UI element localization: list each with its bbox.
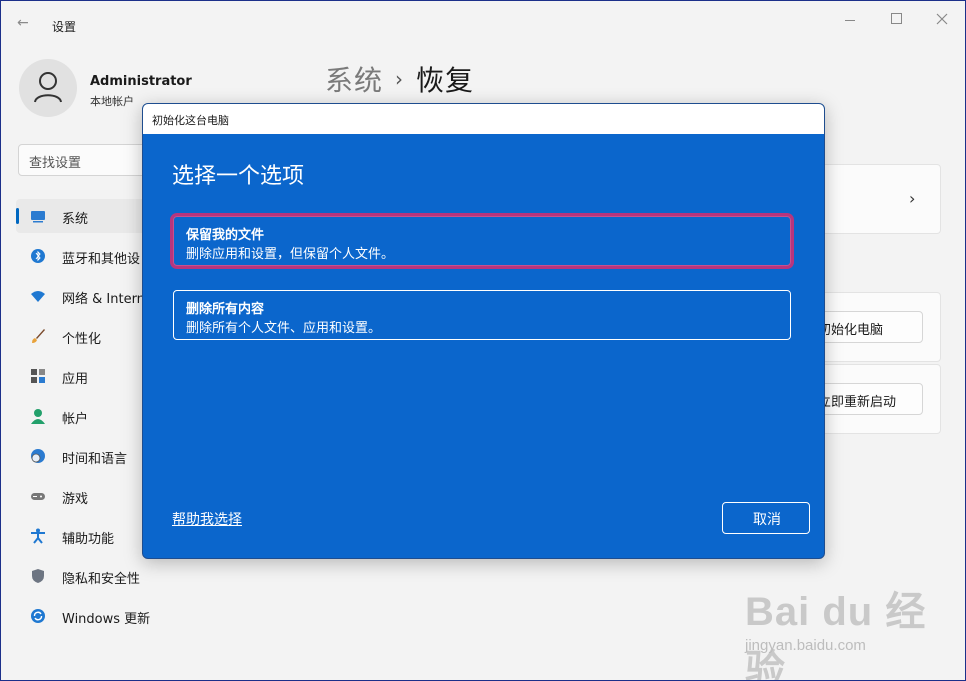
clock-globe-icon: [31, 449, 45, 463]
gamepad-icon: [31, 493, 45, 500]
monitor-icon: [31, 211, 45, 223]
maximize-icon: [890, 13, 902, 24]
account-type: 本地帐户: [90, 95, 134, 108]
help-me-choose-link[interactable]: 帮助我选择: [172, 509, 242, 529]
sidebar-item-label: 应用: [62, 372, 89, 387]
restart-now-label: 立即重新启动: [818, 395, 897, 410]
sidebar-item-label: 网络 & Intern: [62, 292, 145, 307]
avatar[interactable]: [19, 59, 77, 117]
bluetooth-icon: [31, 249, 45, 263]
search-placeholder: 查找设置: [29, 156, 82, 171]
shield-icon: [32, 569, 44, 583]
sidebar-item-label: 蓝牙和其他设: [62, 252, 141, 267]
sidebar-item-label: 隐私和安全性: [62, 572, 141, 587]
dialog-heading: 选择一个选项: [172, 164, 305, 189]
back-arrow-icon[interactable]: ←: [17, 15, 29, 31]
settings-window: ← 设置 Administrator 本地帐户 查找设置 系统 蓝牙和其他设 网…: [0, 0, 966, 681]
sidebar-item-apps[interactable]: 应用: [16, 359, 156, 393]
sidebar-item-personalization[interactable]: 个性化: [16, 319, 156, 353]
option-title: 删除所有内容: [186, 302, 265, 317]
accessibility-icon: [31, 528, 45, 544]
sidebar-item-windows-update[interactable]: Windows 更新: [16, 599, 156, 633]
update-icon: [31, 609, 45, 623]
user-name: Administrator: [90, 74, 192, 89]
reset-pc-dialog: 初始化这台电脑 选择一个选项 保留我的文件 删除应用和设置，但保留个人文件。 删…: [142, 103, 825, 559]
option-title: 保留我的文件: [186, 228, 265, 243]
sidebar-item-label: 辅助功能: [62, 532, 115, 547]
selection-indicator: [16, 208, 19, 224]
sidebar-item-label: 帐户: [62, 412, 89, 427]
dialog-title-bar: 初始化这台电脑: [143, 104, 824, 134]
option-description: 删除应用和设置，但保留个人文件。: [186, 247, 395, 262]
breadcrumb: 系统 › 恢复: [325, 59, 474, 99]
sidebar-item-label: Windows 更新: [62, 612, 151, 627]
chevron-right-icon: ›: [395, 67, 405, 91]
search-input[interactable]: 查找设置: [18, 144, 160, 176]
sidebar-item-accounts[interactable]: 帐户: [16, 399, 156, 433]
option-remove-everything[interactable]: 删除所有内容 删除所有个人文件、应用和设置。: [173, 290, 791, 340]
sidebar-item-label: 系统: [62, 212, 89, 227]
option-keep-my-files[interactable]: 保留我的文件 删除应用和设置，但保留个人文件。: [173, 216, 791, 266]
baidu-watermark: Bai du 经验 jingyan.baidu.com: [745, 579, 965, 681]
option-description: 删除所有个人文件、应用和设置。: [186, 321, 382, 336]
watermark-brand: Bai du 经验: [745, 590, 927, 681]
person-icon: [31, 409, 45, 424]
dialog-title: 初始化这台电脑: [152, 114, 229, 127]
minimize-icon: [845, 20, 855, 21]
sidebar-item-label: 游戏: [62, 492, 89, 507]
cancel-label: 取消: [753, 512, 781, 528]
wifi-icon: [31, 291, 45, 302]
breadcrumb-parent[interactable]: 系统: [325, 64, 383, 97]
sidebar-item-time-language[interactable]: 时间和语言: [16, 439, 156, 473]
maximize-button[interactable]: [881, 9, 911, 29]
title-bar: ← 设置: [1, 1, 965, 37]
sidebar-item-bluetooth[interactable]: 蓝牙和其他设: [16, 239, 156, 273]
minimize-button[interactable]: [835, 9, 865, 29]
close-icon: [936, 13, 948, 25]
sidebar-item-label: 个性化: [62, 332, 102, 347]
apps-icon: [31, 369, 45, 383]
sidebar-item-system[interactable]: 系统: [16, 199, 156, 233]
cancel-button[interactable]: 取消: [722, 502, 810, 534]
close-button[interactable]: [927, 9, 957, 29]
brush-icon: [32, 329, 45, 343]
sidebar-item-accessibility[interactable]: 辅助功能: [16, 519, 156, 553]
sidebar-item-privacy[interactable]: 隐私和安全性: [16, 559, 156, 593]
sidebar-item-gaming[interactable]: 游戏: [16, 479, 156, 513]
watermark-url: jingyan.baidu.com: [745, 637, 866, 654]
sidebar-item-label: 时间和语言: [62, 452, 128, 467]
app-title: 设置: [52, 20, 77, 34]
chevron-right-icon: ›: [909, 189, 916, 208]
sidebar-item-network[interactable]: 网络 & Intern: [16, 279, 156, 313]
person-icon: [34, 72, 62, 103]
reset-pc-label: 初始化电脑: [818, 323, 884, 338]
page-title: 恢复: [416, 64, 475, 97]
